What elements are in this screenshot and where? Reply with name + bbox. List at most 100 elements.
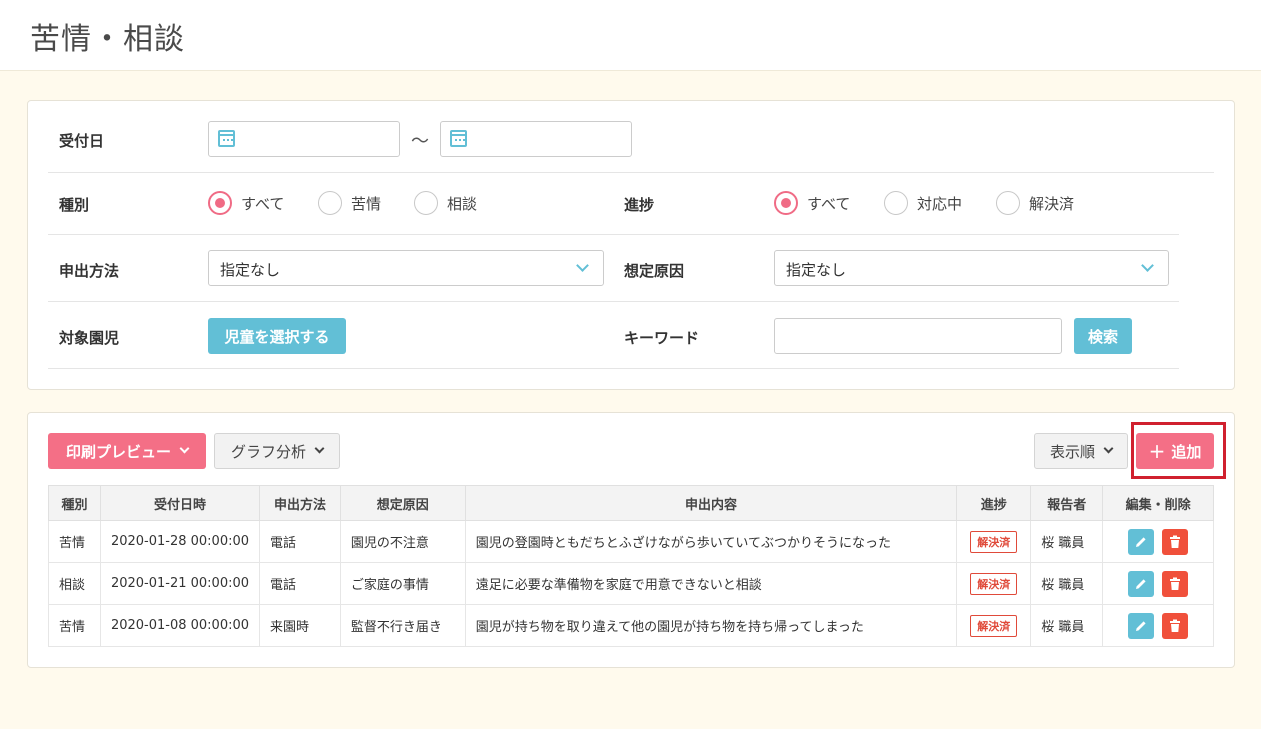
date-from-input[interactable] bbox=[208, 121, 400, 157]
graph-analysis-label: グラフ分析 bbox=[230, 442, 306, 461]
trash-icon bbox=[1170, 577, 1181, 590]
cell-type: 相談 bbox=[48, 562, 101, 605]
cell-status: 解決済 bbox=[956, 562, 1032, 605]
cell-cause: 監督不行き届き bbox=[339, 604, 466, 647]
cell-content: 園児が持ち物を取り違えて他の園児が持ち物を持ち帰ってしまった bbox=[464, 604, 958, 647]
radio-circle bbox=[414, 191, 438, 215]
add-button-highlight bbox=[1131, 422, 1226, 479]
chevron-down-icon bbox=[1103, 443, 1114, 454]
radio-label: すべて bbox=[807, 194, 851, 213]
cell-method: 電話 bbox=[259, 562, 341, 605]
chevron-down-icon bbox=[1141, 259, 1154, 272]
column-header[interactable]: 報告者 bbox=[1030, 485, 1104, 521]
calendar-icon bbox=[450, 130, 467, 147]
table-header-row: 種別 受付日時 申出方法 想定原因 申出内容 進捗 報告者 編集・削除 bbox=[48, 485, 1214, 521]
cell-actions bbox=[1102, 562, 1214, 605]
date-label: 受付日 bbox=[59, 132, 105, 150]
divider bbox=[48, 172, 1214, 173]
type-radio-consult[interactable]: 相談 bbox=[414, 191, 477, 215]
print-preview-label: 印刷プレビュー bbox=[65, 442, 171, 461]
column-header[interactable]: 申出方法 bbox=[259, 485, 341, 521]
print-preview-button[interactable]: 印刷プレビュー bbox=[48, 433, 206, 469]
edit-button[interactable] bbox=[1128, 528, 1154, 555]
radio-circle bbox=[996, 191, 1020, 215]
chevron-down-icon bbox=[576, 259, 589, 272]
search-button[interactable]: 検索 bbox=[1074, 318, 1132, 354]
status-badge: 解決済 bbox=[970, 572, 1018, 595]
progress-radio-resolved[interactable]: 解決済 bbox=[996, 191, 1074, 215]
column-header: 編集・削除 bbox=[1102, 485, 1214, 521]
date-to-input[interactable] bbox=[440, 121, 632, 157]
divider bbox=[48, 368, 1179, 369]
complaints-table: 種別 受付日時 申出方法 想定原因 申出内容 進捗 報告者 編集・削除 苦情 2… bbox=[48, 485, 1214, 647]
table-row[interactable]: 苦情 2020-01-08 00:00:00 来園時 監督不行き届き 園児が持ち… bbox=[48, 604, 1214, 647]
radio-circle bbox=[208, 191, 232, 215]
column-header[interactable]: 進捗 bbox=[956, 485, 1032, 521]
status-badge: 解決済 bbox=[970, 530, 1018, 553]
method-select[interactable]: 指定なし bbox=[208, 250, 604, 286]
progress-label: 進捗 bbox=[624, 196, 655, 214]
cell-actions bbox=[1102, 520, 1214, 563]
status-badge: 解決済 bbox=[970, 614, 1018, 637]
cell-type: 苦情 bbox=[48, 520, 101, 563]
radio-label: 対応中 bbox=[917, 194, 963, 213]
pencil-icon bbox=[1136, 578, 1146, 589]
keyword-input[interactable] bbox=[774, 318, 1062, 354]
select-child-button[interactable]: 児童を選択する bbox=[208, 318, 346, 354]
column-header[interactable]: 想定原因 bbox=[339, 485, 466, 521]
cell-content: 遠足に必要な準備物を家庭で用意できないと相談 bbox=[464, 562, 958, 605]
progress-radio-all[interactable]: すべて bbox=[774, 191, 850, 215]
radio-circle bbox=[774, 191, 798, 215]
cell-reporter: 桜 職員 bbox=[1030, 520, 1104, 563]
column-header[interactable]: 受付日時 bbox=[99, 485, 261, 521]
graph-analysis-button[interactable]: グラフ分析 bbox=[214, 433, 340, 469]
page-title: 苦情・相談 bbox=[30, 22, 185, 57]
type-label: 種別 bbox=[59, 196, 90, 214]
type-radio-all[interactable]: すべて bbox=[208, 191, 284, 215]
sort-order-button[interactable]: 表示順 bbox=[1034, 433, 1128, 469]
divider bbox=[48, 234, 1179, 235]
edit-button[interactable] bbox=[1128, 570, 1154, 597]
delete-button[interactable] bbox=[1162, 612, 1189, 639]
column-header[interactable]: 種別 bbox=[48, 485, 101, 521]
edit-button[interactable] bbox=[1128, 612, 1154, 639]
radio-label: 解決済 bbox=[1029, 194, 1075, 213]
delete-button[interactable] bbox=[1162, 528, 1189, 555]
chevron-down-icon bbox=[314, 443, 325, 454]
trash-icon bbox=[1170, 619, 1181, 632]
pencil-icon bbox=[1136, 620, 1146, 631]
cell-datetime: 2020-01-08 00:00:00 bbox=[99, 604, 261, 647]
cell-type: 苦情 bbox=[48, 604, 101, 647]
cell-method: 来園時 bbox=[259, 604, 341, 647]
keyword-label: キーワード bbox=[624, 329, 700, 347]
cause-select-value: 指定なし bbox=[786, 261, 847, 279]
progress-radio-in-progress[interactable]: 対応中 bbox=[884, 191, 962, 215]
cell-content: 園児の登園時ともだちとふざけながら歩いていてぶつかりそうになった bbox=[464, 520, 958, 563]
cause-label: 想定原因 bbox=[624, 262, 685, 280]
table-row[interactable]: 苦情 2020-01-28 00:00:00 電話 園児の不注意 園児の登園時と… bbox=[48, 520, 1214, 563]
radio-label: 苦情 bbox=[351, 194, 382, 213]
cell-reporter: 桜 職員 bbox=[1030, 604, 1104, 647]
radio-circle bbox=[884, 191, 908, 215]
chevron-down-icon bbox=[179, 443, 190, 454]
cell-reporter: 桜 職員 bbox=[1030, 562, 1104, 605]
column-header[interactable]: 申出内容 bbox=[464, 485, 958, 521]
cause-select[interactable]: 指定なし bbox=[774, 250, 1169, 286]
child-label: 対象園児 bbox=[59, 329, 120, 347]
radio-label: 相談 bbox=[447, 194, 478, 213]
cell-actions bbox=[1102, 604, 1214, 647]
date-separator: 〜 bbox=[411, 131, 429, 152]
method-label: 申出方法 bbox=[59, 262, 120, 280]
cell-datetime: 2020-01-21 00:00:00 bbox=[99, 562, 261, 605]
cell-status: 解決済 bbox=[956, 520, 1032, 563]
cell-status: 解決済 bbox=[956, 604, 1032, 647]
cell-cause: ご家庭の事情 bbox=[339, 562, 466, 605]
method-select-value: 指定なし bbox=[220, 261, 281, 279]
radio-label: すべて bbox=[241, 194, 285, 213]
cell-method: 電話 bbox=[259, 520, 341, 563]
type-radio-complaint[interactable]: 苦情 bbox=[318, 191, 381, 215]
delete-button[interactable] bbox=[1162, 570, 1189, 597]
radio-circle bbox=[318, 191, 342, 215]
cell-datetime: 2020-01-28 00:00:00 bbox=[99, 520, 261, 563]
table-row[interactable]: 相談 2020-01-21 00:00:00 電話 ご家庭の事情 遠足に必要な準… bbox=[48, 562, 1214, 605]
